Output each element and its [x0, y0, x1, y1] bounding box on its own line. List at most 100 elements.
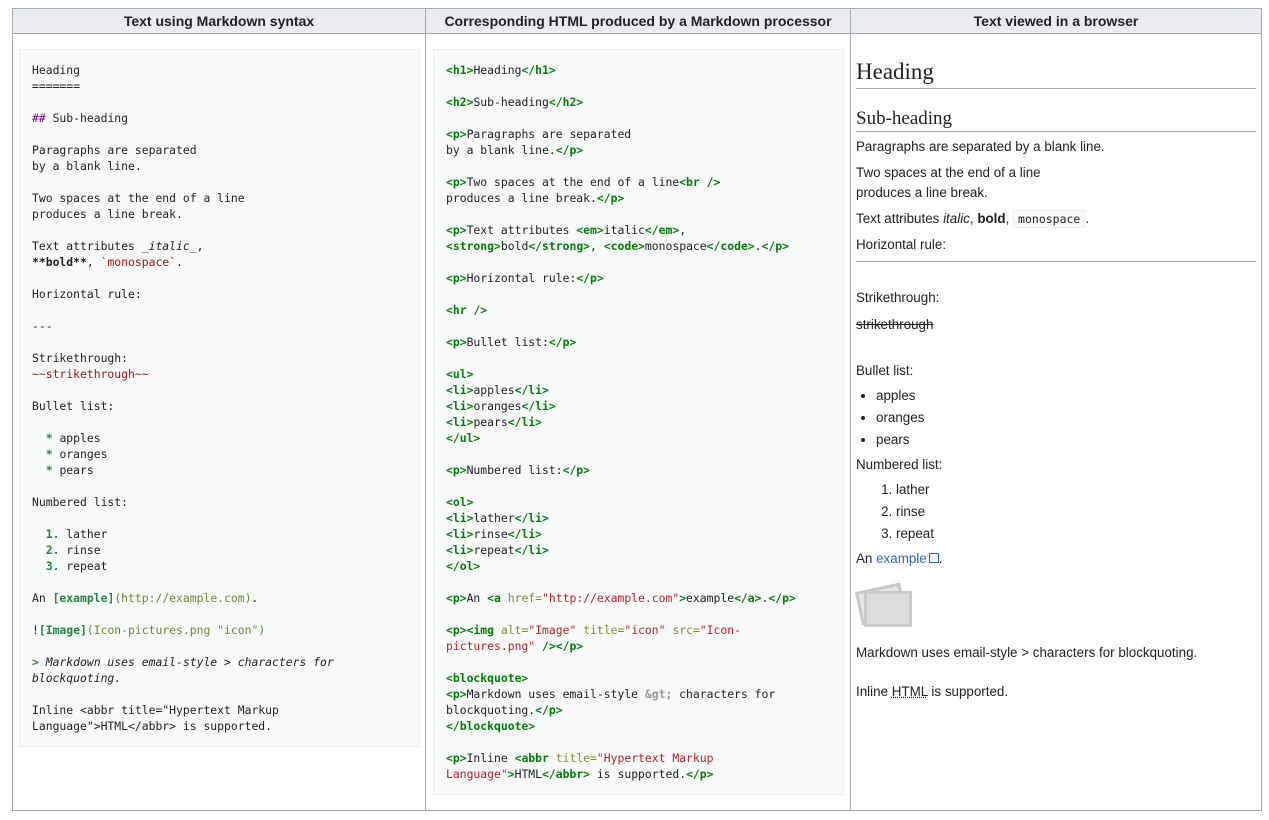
html-inline-title-l1: "Hypertext Markup [596, 751, 714, 765]
rendered-abbr-html: HTML [891, 684, 928, 699]
md-quote-line1: Markdown uses email-style > characters f… [38, 655, 334, 669]
md-attrs-bold: **bold** [32, 255, 87, 269]
html-p7-href: "http://example.com" [542, 591, 680, 605]
md-inline-line1: Inline <abbr title="Hypertext Markup [32, 703, 279, 717]
html-p3-c: , [679, 223, 687, 237]
rendered-numbered-item: repeat [896, 523, 1256, 545]
rendered-horizontal-rule [856, 261, 1256, 262]
rendered-link-para: An example. [856, 549, 1256, 569]
md-numbered-marker: 2. [45, 543, 60, 557]
md-bullet-item: oranges [59, 447, 108, 461]
md-numbered-marker: 1. [45, 527, 60, 541]
html-bq-l1: Markdown uses email-style [466, 687, 645, 701]
md-subheading-marker: ## [32, 111, 46, 125]
html-bq-l2: blockquoting. [446, 703, 536, 717]
html-p3-d: bold [500, 239, 529, 253]
rendered-heading: Heading [856, 58, 1256, 89]
md-para1-line1: Paragraphs are separated [32, 143, 197, 157]
html-ol-li: repeat [473, 543, 515, 557]
html-inline-title-l2: Language" [446, 767, 508, 781]
html-img-src-l2: pictures.png" [446, 639, 536, 653]
rendered-subheading: Sub-heading [856, 107, 1256, 132]
rendered-attrs: Text attributes italic, bold, monospace. [856, 209, 1256, 229]
html-bq-entity: &gt; [644, 687, 673, 701]
md-bullet-item: apples [59, 431, 101, 445]
md-bullet-marker: * [45, 463, 53, 477]
rendered-numbered-item: lather [896, 479, 1256, 501]
header-browser: Text viewed in a browser [850, 8, 1262, 34]
md-subheading: Sub-heading [52, 111, 129, 125]
html-inline-b: HTML [514, 767, 543, 781]
rendered-strike-label: Strikethrough: [856, 290, 940, 305]
html-p4: Horizontal rule: [466, 271, 577, 285]
html-p2-l1: Two spaces at the end of a line [466, 175, 680, 189]
html-ol-li: lather [473, 511, 515, 525]
picture-icon [854, 579, 912, 627]
html-h2: Sub-heading [473, 95, 549, 109]
html-h1: Heading [473, 63, 522, 77]
md-quote-line2: blockquoting. [32, 671, 122, 685]
header-markdown: Text using Markdown syntax [12, 8, 426, 34]
html-p3-b: italic [603, 223, 645, 237]
html-p3-e: , [590, 239, 604, 253]
html-img-title: "icon" [624, 623, 666, 637]
md-link-url: (http://example.com) [114, 591, 252, 605]
html-p5: Bullet list: [466, 335, 549, 349]
rendered-numbered-label: Numbered list: [856, 457, 943, 472]
md-attrs-prefix: Text attributes [32, 239, 142, 253]
html-li: apples [473, 383, 515, 397]
external-link-icon [928, 553, 939, 563]
rendered-bullet-item: apples [876, 385, 1256, 407]
html-ol-li: rinse [473, 527, 508, 541]
md-bullet-marker: * [45, 447, 53, 461]
example-link-text[interactable]: example [876, 551, 927, 566]
html-inline-a: Inline [466, 751, 515, 765]
rendered-inline-para: Inline HTML is supported. [856, 682, 1256, 702]
md-attrs-comma: , [196, 239, 204, 253]
rendered-output: Heading Sub-heading Paragraphs are separ… [851, 58, 1261, 702]
md-attrs-mono: `monospace` [100, 255, 177, 269]
md-heading: Heading [32, 63, 81, 77]
rendered-bullet-label: Bullet list: [856, 363, 914, 378]
html-p2-l2: produces a line break. [446, 191, 597, 205]
content-row: Heading ======= ## Sub-heading Paragraph… [12, 33, 1262, 811]
html-p6: Numbered list: [466, 463, 563, 477]
rendered-attrs-prefix: Text attributes [856, 211, 944, 226]
md-img-alt: [Image] [38, 623, 87, 637]
rendered-para2-l2: produces a line break. [856, 185, 988, 200]
html-p3-f: monospace [644, 239, 707, 253]
rendered-blockquote: Markdown uses email-style > characters f… [856, 645, 1198, 660]
rendered-numbered-item: rinse [896, 501, 1256, 523]
md-img-src: (Icon-pictures.png "icon") [86, 623, 266, 637]
md-link-prefix: An [32, 591, 53, 605]
html-bq-l1b: characters for [672, 687, 776, 701]
rendered-link-prefix: An [856, 551, 877, 566]
rendered-hr-label: Horizontal rule: [856, 237, 947, 252]
html-img-alt: "Image" [528, 623, 577, 637]
html-code-block: <h1>Heading</h1> <h2>Sub-heading</h2> <p… [433, 49, 844, 795]
md-hr-label: Horizontal rule: [32, 287, 142, 301]
markdown-cell: Heading ======= ## Sub-heading Paragraph… [12, 33, 426, 811]
comparison-table: Text using Markdown syntax Corresponding… [12, 8, 1262, 811]
md-attrs-sep: , [86, 255, 101, 269]
md-numbered-label: Numbered list: [32, 495, 129, 509]
rendered-strike-para: strikethrough [856, 315, 1256, 335]
header-html: Corresponding HTML produced by a Markdow… [425, 8, 851, 34]
md-hr-marker: --- [32, 319, 53, 333]
header-row: Text using Markdown syntax Corresponding… [12, 8, 1262, 34]
rendered-bold: bold [977, 211, 1006, 226]
html-li: oranges [473, 399, 522, 413]
md-para2-line2: produces a line break. [32, 207, 183, 221]
md-bullet-item: pears [59, 463, 94, 477]
rendered-strikethrough: strikethrough [856, 317, 934, 332]
md-attrs-italic: _italic_ [141, 239, 197, 253]
html-p3-g: . [754, 239, 762, 253]
md-attrs-end: . [176, 255, 183, 269]
md-numbered-marker: 3. [45, 559, 60, 573]
rendered-para2-l1: Two spaces at the end of a line [856, 165, 1041, 180]
rendered-inline-a: Inline [856, 684, 892, 699]
md-numbered-item: lather [66, 527, 108, 541]
md-link-end: . [251, 591, 259, 605]
rendered-bullet-item: pears [876, 429, 1256, 451]
example-link[interactable]: example [876, 551, 939, 566]
